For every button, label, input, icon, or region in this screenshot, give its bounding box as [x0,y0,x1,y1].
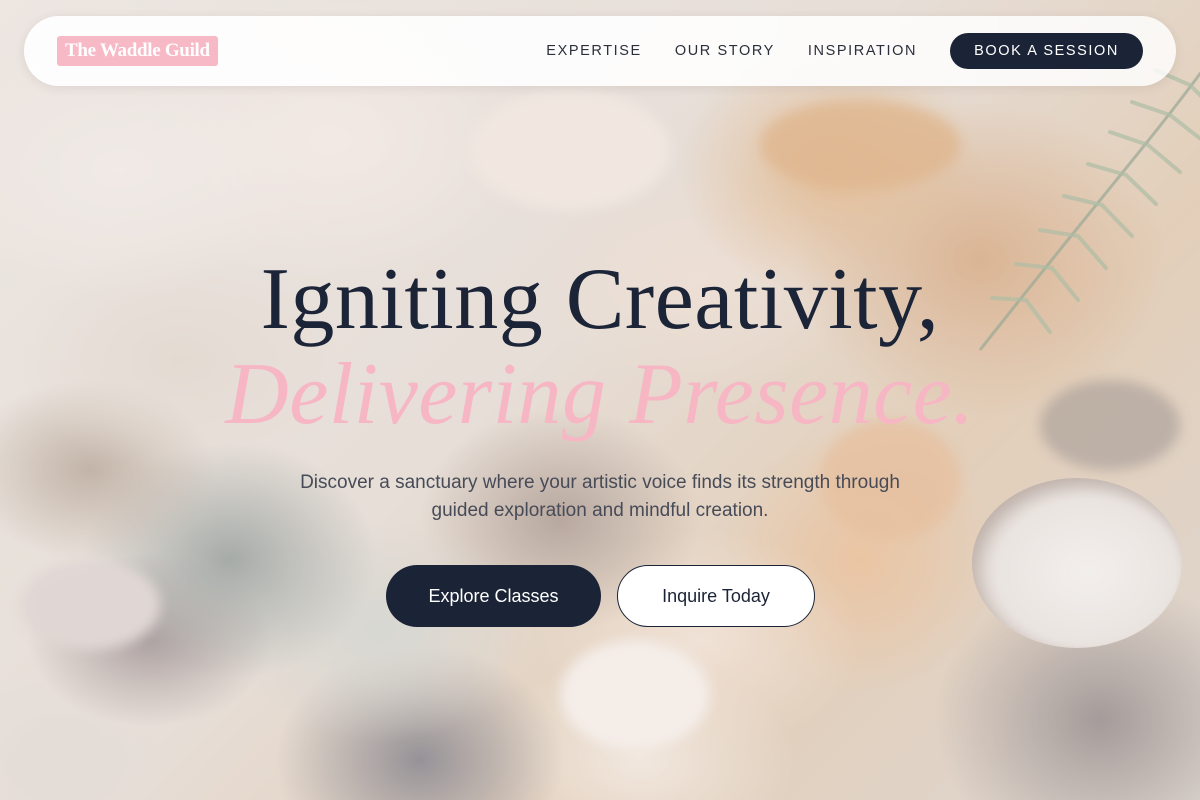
nav-link-our-story[interactable]: OUR STORY [675,43,775,59]
explore-classes-button[interactable]: Explore Classes [386,565,601,627]
hero-headline-line2: Delivering Presence. [225,346,975,443]
brand-logo[interactable]: The Waddle Guild [57,36,218,66]
nav-link-expertise[interactable]: EXPERTISE [546,43,642,59]
book-session-button[interactable]: BOOK A SESSION [950,33,1143,69]
nav-link-inspiration[interactable]: INSPIRATION [808,43,917,59]
nav-links: EXPERTISE OUR STORY INSPIRATION BOOK A S… [546,33,1143,69]
hero-subtitle: Discover a sanctuary where your artistic… [300,472,900,521]
top-navigation-bar: The Waddle Guild EXPERTISE OUR STORY INS… [24,16,1176,86]
inquire-today-button[interactable]: Inquire Today [617,565,815,627]
hero-headline-line1: Igniting Creativity, [260,251,940,348]
